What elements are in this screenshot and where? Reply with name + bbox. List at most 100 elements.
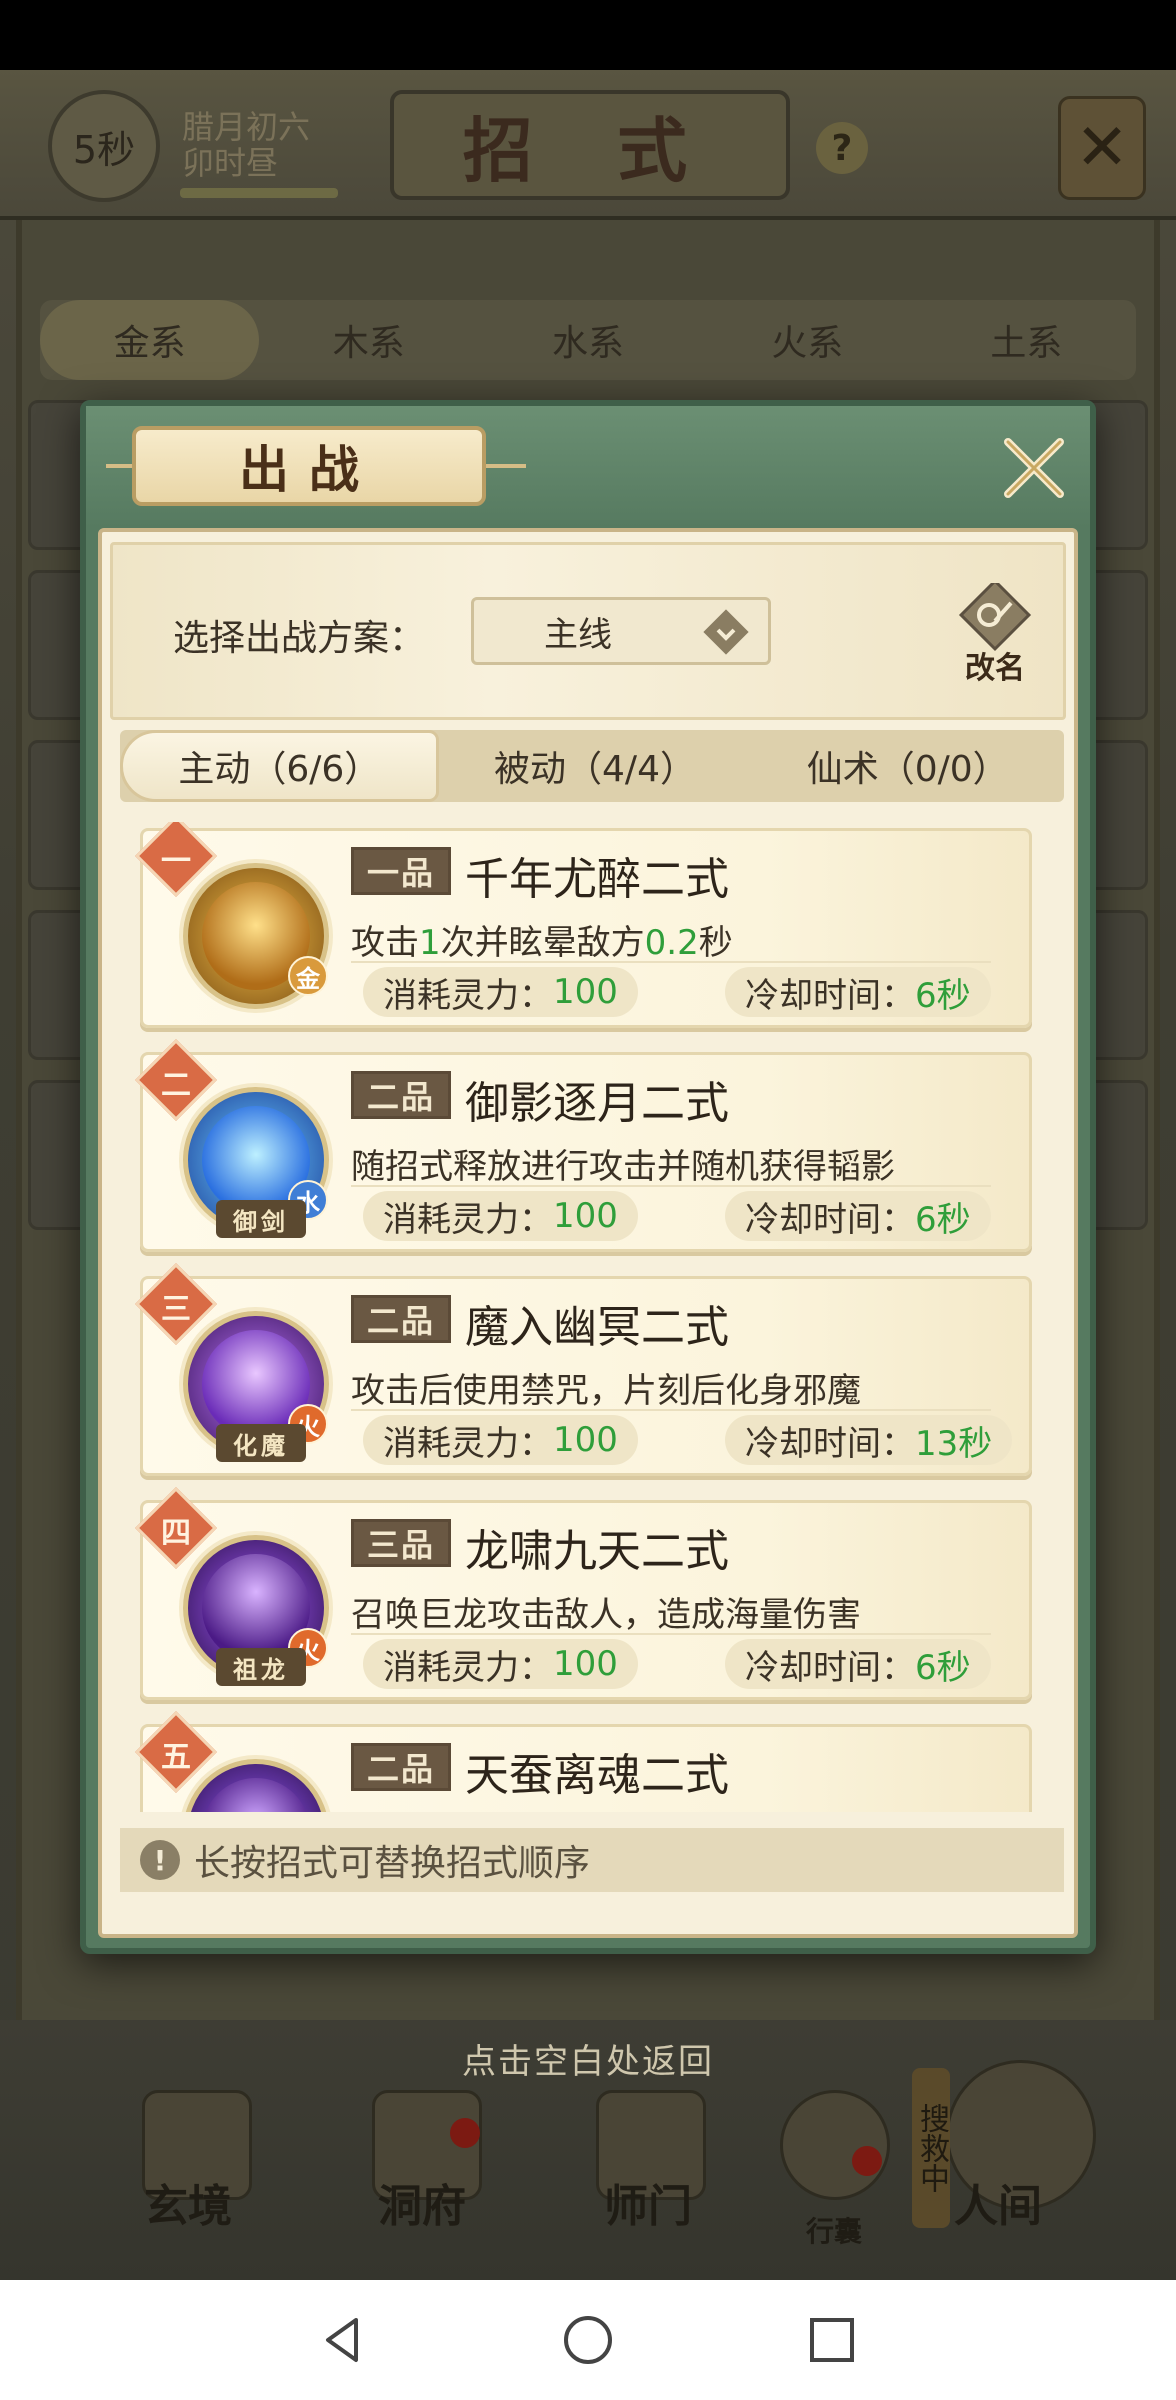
cooldown-label: 冷却时间： — [745, 975, 915, 1016]
rename-button[interactable]: 改名 — [943, 583, 1047, 687]
grade-tag: 二品 — [351, 1295, 451, 1343]
nav-renjian[interactable]: 人间 — [954, 2170, 1042, 2234]
tab-active-skills[interactable]: 主动（6/6） — [120, 730, 439, 802]
skill-description: 攻击后使用禁咒，片刻后化身邪魔 — [351, 1371, 861, 1411]
tab-fire[interactable]: 火系 — [698, 300, 917, 380]
nav-xuanjing[interactable]: 玄境 — [144, 2170, 232, 2234]
plan-label: 选择出战方案： — [173, 618, 426, 659]
divider — [351, 961, 991, 963]
skill-type-tabs: 主动（6/6） 被动（4/4） 仙术（0/0） — [120, 730, 1064, 802]
nav-bag[interactable]: 行囊 — [806, 2210, 862, 2250]
notification-dot — [450, 2118, 480, 2148]
desc-text: 秒 — [698, 923, 733, 963]
info-icon: ! — [140, 1840, 180, 1880]
system-nav-bar — [0, 2280, 1176, 2400]
mana-cost-value: 100 — [553, 1420, 618, 1460]
dialog-close-button[interactable] — [994, 428, 1074, 508]
cooldown: 冷却时间： 13秒 — [725, 1415, 1013, 1465]
deploy-dialog: 出战 选择出战方案： 主线 改名 主动（6/6） 被动（4/4） 仙术（0/0）… — [80, 400, 1096, 1954]
grade-tag: 一品 — [351, 847, 451, 895]
mana-cost-label: 消耗灵力： — [383, 1423, 553, 1464]
skill-name: 御影逐月二式 — [465, 1078, 729, 1129]
time-label: 卯时昼 — [182, 144, 279, 182]
mana-cost-value: 100 — [553, 972, 618, 1012]
grade-tag: 二品 — [351, 1071, 451, 1119]
rank-number: 五 — [161, 1740, 191, 1775]
back-icon[interactable] — [312, 2310, 372, 2370]
help-button[interactable]: ? — [816, 122, 868, 174]
cooldown: 冷却时间： 6秒 — [725, 967, 991, 1017]
mana-cost-label: 消耗灵力： — [383, 975, 553, 1016]
element-tabs: 金系 木系 水系 火系 土系 — [40, 300, 1136, 380]
page-title: 招 式 — [390, 90, 790, 200]
skill-name: 天蚕离魂二式 — [465, 1750, 729, 1801]
skill-description: 召唤巨龙攻击敌人，造成海量伤害 — [351, 1595, 861, 1635]
divider — [351, 1409, 991, 1411]
cooldown-label: 冷却时间： — [745, 1647, 915, 1688]
dropdown-diamond-icon — [703, 609, 749, 655]
plan-value: 主线 — [544, 614, 612, 655]
close-icon — [1004, 438, 1064, 498]
mana-cost-label: 消耗灵力： — [383, 1647, 553, 1688]
desc-value: 0.2 — [644, 923, 699, 963]
skill-silkworm-icon — [202, 1778, 310, 1812]
skill-icon: 火 化魔 — [183, 1311, 329, 1462]
mana-cost: 消耗灵力： 100 — [363, 1415, 638, 1465]
style-tag: 化魔 — [216, 1424, 306, 1462]
cooldown-value: 6秒 — [915, 1199, 971, 1240]
rank-number: 四 — [161, 1516, 191, 1551]
style-tag: 御剑 — [216, 1200, 306, 1238]
skill-card[interactable]: 一 金 一品 千年尤醉二式 攻击1次并眩晕敌方0.2秒 消耗灵力： 100 冷却时… — [134, 822, 1032, 1028]
style-tag: 祖龙 — [216, 1648, 306, 1686]
cooldown: 冷却时间： 6秒 — [725, 1191, 991, 1241]
plan-dropdown[interactable]: 主线 — [471, 597, 771, 665]
tab-immortal-arts[interactable]: 仙术（0/0） — [751, 730, 1064, 802]
recents-icon[interactable] — [802, 2310, 862, 2370]
rank-number: 三 — [161, 1292, 191, 1327]
grade-tag: 三品 — [351, 1519, 451, 1567]
plan-selector-panel: 选择出战方案： 主线 改名 — [110, 542, 1066, 720]
mana-cost-label: 消耗灵力： — [383, 1199, 553, 1240]
skill-card[interactable]: 四 火 祖龙 三品 龙啸九天二式 召唤巨龙攻击敌人，造成海量伤害 消耗灵力： 10… — [134, 1486, 1032, 1700]
cooldown-label: 冷却时间： — [745, 1199, 915, 1240]
mana-cost: 消耗灵力： 100 — [363, 967, 638, 1017]
tab-passive-skills[interactable]: 被动（4/4） — [439, 730, 752, 802]
tab-wood[interactable]: 木系 — [259, 300, 478, 380]
mana-cost: 消耗灵力： 100 — [363, 1639, 638, 1689]
skill-name: 魔入幽冥二式 — [465, 1302, 729, 1353]
grade-tag: 二品 — [351, 1743, 451, 1791]
skill-card[interactable]: 三 火 化魔 二品 魔入幽冥二式 攻击后使用禁咒，片刻后化身邪魔 消耗灵力： 10… — [134, 1262, 1032, 1476]
top-bar: 5秒 腊月初六 卯时昼 招 式 ? ✕ — [0, 70, 1176, 220]
cooldown-value: 13秒 — [915, 1423, 993, 1464]
mana-cost-value: 100 — [553, 1644, 618, 1684]
cooldown-value: 6秒 — [915, 1647, 971, 1688]
skill-name: 千年尤醉二式 — [465, 854, 729, 905]
nav-dongfu[interactable]: 洞府 — [378, 2170, 466, 2234]
rank-number: 二 — [161, 1068, 191, 1103]
nav-shimen[interactable]: 师门 — [604, 2170, 692, 2234]
tab-earth[interactable]: 土系 — [917, 300, 1136, 380]
skill-icon: 水 御剑 — [183, 1087, 329, 1238]
dialog-title: 出战 — [132, 426, 486, 506]
divider — [351, 1185, 991, 1187]
tab-metal[interactable]: 金系 — [40, 300, 260, 380]
skill-card[interactable]: 二 水 御剑 二品 御影逐月二式 随招式释放进行攻击并随机获得韬影 消耗灵力： 1… — [134, 1038, 1032, 1252]
divider — [351, 1633, 991, 1635]
skill-description: 攻击1次并眩晕敌方0.2秒 — [351, 915, 733, 964]
hint-text: 长按招式可替换招式顺序 — [194, 1843, 591, 1884]
rescue-tag[interactable]: 搜救中 — [912, 2068, 950, 2228]
element-badge: 金 — [288, 956, 328, 996]
skill-icon: 金 — [183, 863, 329, 1009]
desc-value: 1 — [419, 923, 441, 963]
skill-description: 随招式释放进行攻击并随机获得韬影 — [351, 1147, 895, 1187]
page-close-button[interactable]: ✕ — [1058, 96, 1146, 200]
notification-dot — [852, 2146, 882, 2176]
skill-card[interactable]: 五 二品 天蚕离魂二式 — [134, 1710, 1032, 1812]
desc-text: 次并眩晕敌方 — [440, 923, 645, 963]
desc-text: 攻击 — [351, 923, 419, 963]
bag-icon — [780, 2090, 890, 2200]
skill-name: 龙啸九天二式 — [465, 1526, 729, 1577]
home-icon[interactable] — [558, 2310, 618, 2370]
plaque-ornament — [486, 464, 526, 468]
tab-water[interactable]: 水系 — [478, 300, 697, 380]
